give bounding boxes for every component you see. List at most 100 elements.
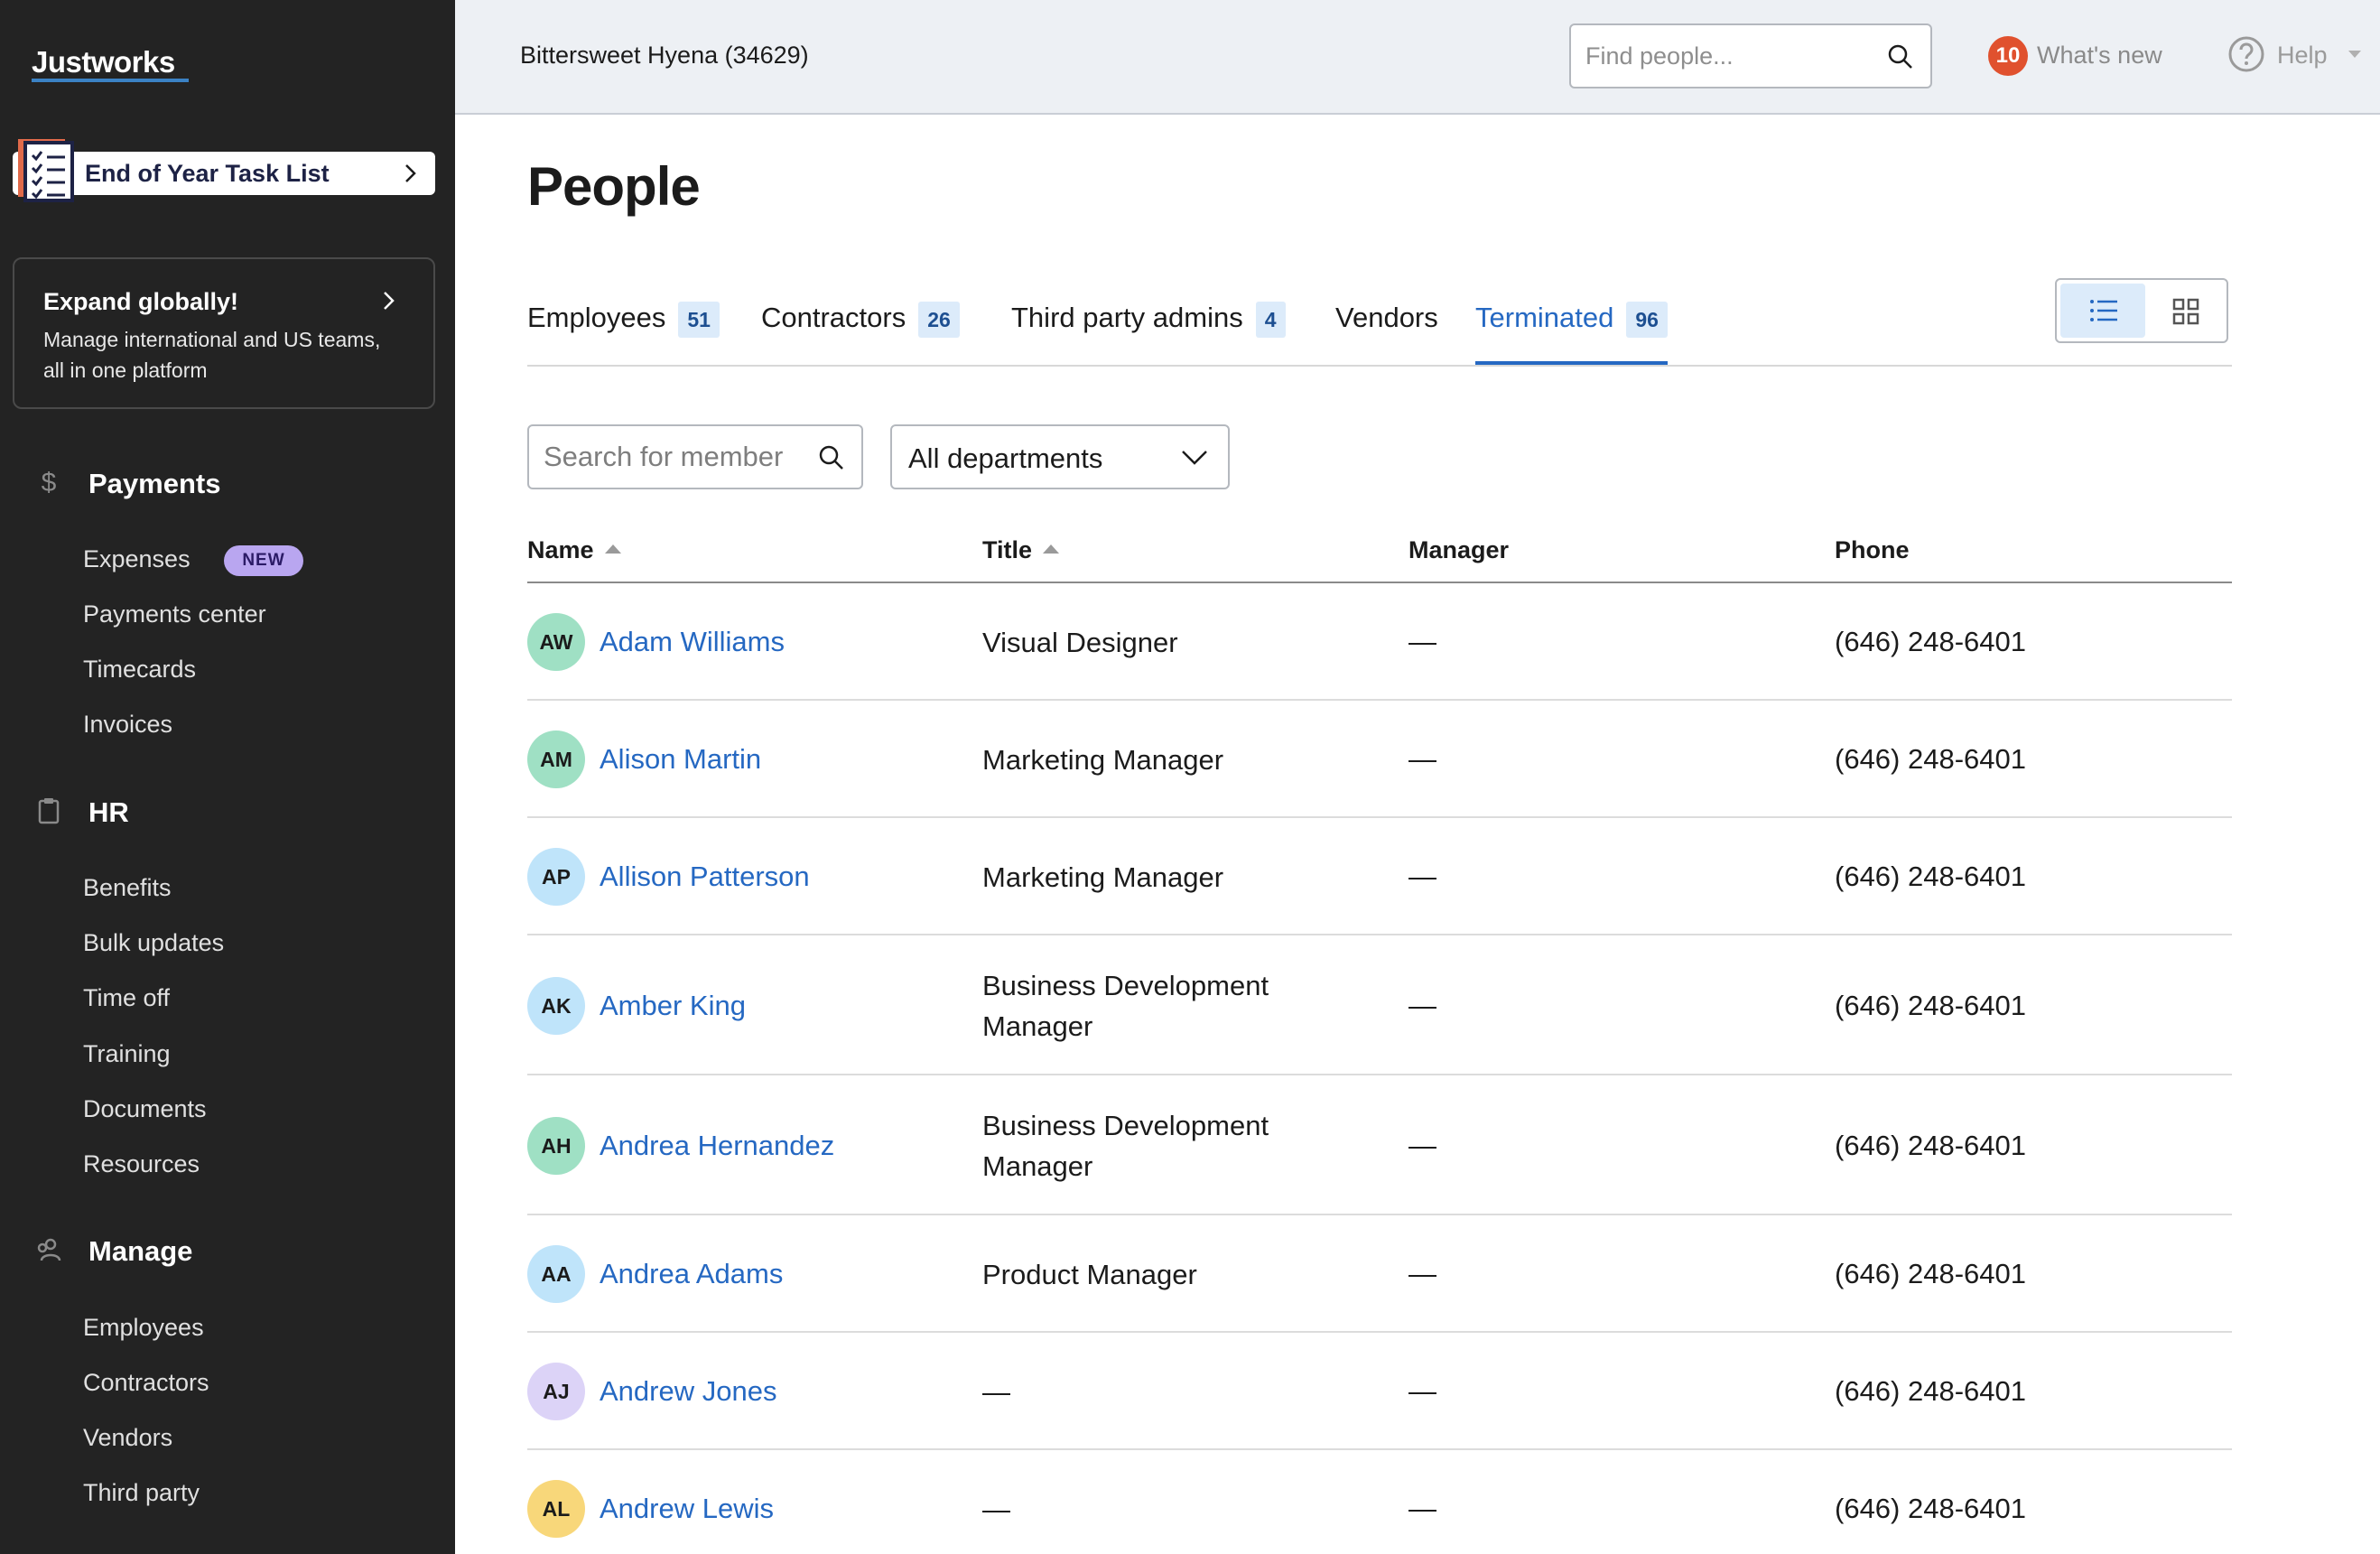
column-header-phone: Phone — [1835, 536, 1910, 564]
nav-heading-payments[interactable]: Payments — [88, 468, 220, 500]
sort-ascending-icon[interactable] — [604, 544, 621, 554]
tab-third-party-admins[interactable]: Third party admins 4 — [1011, 302, 1286, 365]
list-view-button[interactable] — [2060, 284, 2145, 338]
avatar: AP — [527, 848, 585, 906]
avatar: AJ — [527, 1363, 585, 1420]
avatar: AK — [527, 976, 585, 1035]
table-row[interactable]: AK Amber King Business Development Manager… — [527, 935, 2232, 1075]
column-header-label: Manager — [1408, 536, 1510, 563]
nav-heading-manage[interactable]: Manage — [88, 1235, 192, 1268]
column-header-title[interactable]: Title — [982, 536, 1060, 564]
table-row[interactable]: AL Andrew Lewis — — (646) 248-6401 — [527, 1450, 2232, 1554]
person-manager: — — [1408, 743, 1436, 775]
people-icon — [37, 1238, 61, 1261]
people-tabs: Employees 51 Contractors 26 Third party ad… — [527, 289, 2232, 367]
topbar: Bittersweet Hyena (34629) 10 What's new … — [455, 0, 2380, 115]
tab-contractors[interactable]: Contractors 26 — [761, 302, 960, 365]
end-of-year-task-card[interactable]: End of Year Task List — [13, 139, 435, 202]
find-people-input[interactable] — [1585, 25, 1874, 87]
checklist-icon — [18, 139, 74, 202]
nav-item-vendors[interactable]: Vendors — [83, 1424, 172, 1452]
table-row[interactable]: AM Alison Martin Marketing Manager — (646) 2… — [527, 701, 2232, 818]
person-title: Marketing Manager — [982, 861, 1224, 893]
table-row[interactable]: AA Andrea Adams Product Manager — (646) 248-… — [527, 1215, 2232, 1333]
person-name-link[interactable]: Allison Patterson — [600, 861, 810, 893]
nav-item-timecards[interactable]: Timecards — [83, 656, 196, 684]
justworks-logo[interactable]: Justworks — [32, 45, 175, 79]
nav-item-employees[interactable]: Employees — [83, 1314, 204, 1342]
person-name-link[interactable]: Andrea Hernandez — [600, 1130, 834, 1162]
find-people-search[interactable] — [1569, 23, 1932, 88]
expand-globally-card[interactable]: Expand globally! Manage international an… — [13, 257, 435, 409]
person-title: Business Development Manager — [982, 1109, 1269, 1182]
tab-label: Contractors — [761, 302, 906, 334]
person-phone: (646) 248-6401 — [1835, 1375, 2026, 1407]
sort-ascending-icon[interactable] — [1043, 544, 1060, 554]
task-card-label: End of Year Task List — [85, 160, 330, 187]
person-phone: (646) 248-6401 — [1835, 1493, 2026, 1524]
nav-item-bulk-updates[interactable]: Bulk updates — [83, 929, 224, 957]
person-name-link[interactable]: Amber King — [600, 990, 746, 1022]
person-title: Marketing Manager — [982, 744, 1224, 776]
column-header-name[interactable]: Name — [527, 536, 621, 564]
nav-item-benefits[interactable]: Benefits — [83, 874, 172, 902]
tab-vendors[interactable]: Vendors — [1335, 302, 1438, 365]
whats-new-link[interactable]: What's new — [2037, 42, 2162, 70]
person-phone: (646) 248-6401 — [1835, 1258, 2026, 1289]
nav-item-resources[interactable]: Resources — [83, 1150, 200, 1178]
table-row[interactable]: AH Andrea Hernandez Business Development M… — [527, 1075, 2232, 1215]
person-manager: — — [1408, 1258, 1436, 1289]
person-name-link[interactable]: Alison Martin — [600, 743, 761, 776]
avatar: AL — [527, 1480, 585, 1538]
person-phone: (646) 248-6401 — [1835, 861, 2026, 892]
nav-item-third-party[interactable]: Third party — [83, 1479, 200, 1507]
table-row[interactable]: AJ Andrew Jones — — (646) 248-6401 — [527, 1333, 2232, 1450]
person-title: — — [982, 1376, 1010, 1408]
table-row[interactable]: AW Adam Williams Visual Designer — (646) 248… — [527, 583, 2232, 701]
chevron-right-icon — [405, 164, 416, 182]
nav-item-payments-center[interactable]: Payments center — [83, 600, 266, 628]
nav-item-contractors[interactable]: Contractors — [83, 1369, 209, 1397]
column-header-label: Title — [982, 536, 1033, 563]
company-name[interactable]: Bittersweet Hyena (34629) — [520, 42, 809, 70]
tab-count: 26 — [918, 302, 960, 338]
tab-terminated[interactable]: Terminated 96 — [1475, 302, 1668, 365]
nav-heading-hr[interactable]: HR — [88, 796, 129, 829]
help-menu[interactable]: Help — [2277, 42, 2328, 70]
nav-item-training[interactable]: Training — [83, 1040, 171, 1068]
tab-label: Third party admins — [1011, 302, 1243, 334]
tab-label: Employees — [527, 302, 666, 334]
department-select[interactable]: All departments — [890, 424, 1230, 489]
help-icon[interactable] — [2227, 34, 2266, 74]
nav-item-documents[interactable]: Documents — [83, 1095, 207, 1123]
tab-count: 96 — [1626, 302, 1668, 338]
new-badge: NEW — [224, 545, 303, 576]
nav-item-expenses[interactable]: Expenses — [83, 545, 191, 573]
caret-down-icon[interactable] — [2347, 49, 2362, 60]
person-phone: (646) 248-6401 — [1835, 1129, 2026, 1161]
person-manager: — — [1408, 1129, 1436, 1161]
person-name-link[interactable]: Andrea Adams — [600, 1258, 783, 1290]
person-manager: — — [1408, 861, 1436, 892]
whats-new-count-badge[interactable]: 10 — [1988, 36, 2028, 76]
person-name-link[interactable]: Andrew Jones — [600, 1375, 776, 1408]
person-title: — — [982, 1494, 1010, 1525]
person-name-link[interactable]: Adam Williams — [600, 626, 785, 658]
table-row[interactable]: AP Allison Patterson Marketing Manager — (64… — [527, 818, 2232, 935]
page-title: People — [527, 156, 701, 217]
grid-view-button[interactable] — [2147, 284, 2225, 338]
tab-count: 4 — [1255, 302, 1286, 338]
nav-item-time-off[interactable]: Time off — [83, 984, 170, 1012]
chevron-right-icon — [384, 292, 395, 310]
avatar: AW — [527, 613, 585, 671]
member-search[interactable] — [527, 424, 863, 489]
clipboard-icon — [38, 798, 60, 824]
search-icon[interactable] — [1887, 43, 1914, 70]
svg-text:$: $ — [42, 468, 57, 497]
search-icon[interactable] — [818, 444, 845, 471]
tab-employees[interactable]: Employees 51 — [527, 302, 720, 365]
nav-item-invoices[interactable]: Invoices — [83, 711, 172, 739]
person-name-link[interactable]: Andrew Lewis — [600, 1493, 774, 1525]
member-search-input[interactable] — [544, 426, 814, 488]
column-header-label: Name — [527, 536, 594, 563]
